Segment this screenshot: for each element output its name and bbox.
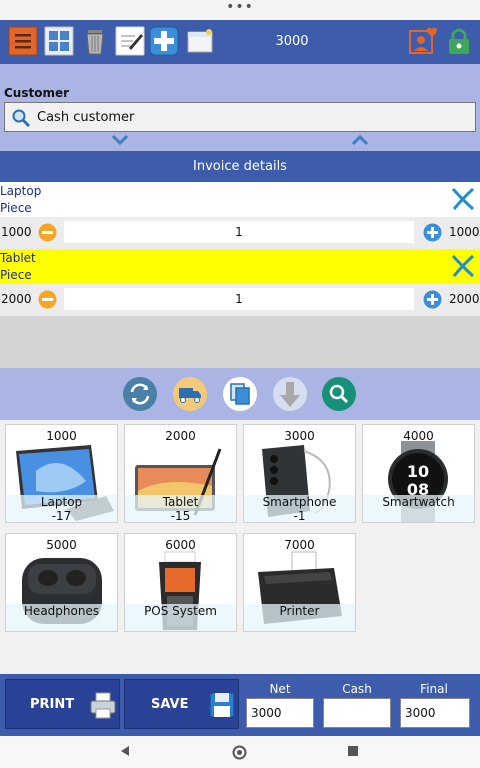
chevron-down-icon[interactable] [111, 134, 129, 146]
product-name: Smartwatch [382, 495, 455, 509]
product-name: Headphones [23, 604, 100, 618]
product-price: 4000 [403, 429, 434, 443]
item-total: 1000 [449, 225, 480, 239]
product-name: POS System [144, 604, 217, 618]
item-unit: Piece [0, 201, 32, 215]
invoice-line-item[interactable]: Laptop Piece 1000 1 1000 [0, 182, 480, 249]
search-icon [12, 109, 31, 128]
customer-section: Customer Cash customer [0, 64, 480, 151]
minus-icon[interactable] [38, 290, 57, 309]
item-unit: Piece [0, 268, 32, 282]
plus-icon[interactable] [423, 290, 442, 309]
net-label: Net [269, 682, 291, 696]
item-quantity-row: 1000 1 1000 [0, 217, 480, 249]
product-price: 7000 [284, 538, 315, 552]
toolbar: 3000 [0, 20, 480, 64]
product-price: 2000 [165, 429, 196, 443]
minus-icon[interactable] [38, 223, 57, 242]
search-icon[interactable] [321, 376, 357, 412]
save-button[interactable]: SAVE [124, 679, 239, 729]
folder-icon[interactable] [185, 26, 215, 56]
product-tile-smartwatch[interactable]: 4000 10 08 Smartwatch [362, 424, 475, 523]
item-quantity-row: 2000 1 2000 [0, 284, 480, 316]
product-price: 3000 [284, 429, 315, 443]
item-price: 2000 [1, 292, 32, 306]
toolbar-total: 3000 [275, 34, 309, 49]
customer-label: Customer [4, 86, 70, 100]
recents-icon[interactable] [347, 745, 359, 757]
bottom-bar: PRINT SAVE Net 3000 Cash Final 3000 [0, 674, 480, 736]
final-field[interactable]: 3000 [400, 698, 470, 728]
product-tile-pos-system[interactable]: 6000 POS System [124, 533, 237, 632]
product-name: Tablet [162, 495, 199, 509]
item-total: 2000 [449, 292, 480, 306]
print-button-label: PRINT [30, 697, 75, 712]
invoice-header: Invoice details [0, 151, 480, 182]
notes-icon[interactable] [115, 26, 145, 56]
product-price: 5000 [46, 538, 77, 552]
product-stock: -15 [170, 509, 191, 523]
product-name: Printer [279, 604, 320, 618]
download-icon[interactable] [272, 376, 308, 412]
product-grid: 1000 Laptop -17 2000 Tablet -15 3000 Sma… [0, 420, 480, 674]
home-icon[interactable] [232, 745, 247, 760]
cash-label: Cash [342, 682, 372, 696]
lock-icon[interactable] [444, 26, 474, 56]
final-label: Final [420, 682, 448, 696]
product-tile-printer[interactable]: 7000 Printer [243, 533, 356, 632]
customer-name: Cash customer [37, 110, 135, 125]
product-tile-laptop[interactable]: 1000 Laptop -17 [5, 424, 118, 523]
system-nav-bar [0, 736, 480, 768]
copy-icon[interactable] [222, 376, 258, 412]
net-field[interactable]: 3000 [246, 698, 314, 728]
product-name: Smartphone [262, 495, 337, 509]
invoice-empty-area [0, 316, 480, 368]
status-bar: ••• [0, 0, 480, 20]
product-tile-headphones[interactable]: 5000 Headphones [5, 533, 118, 632]
plus-icon[interactable] [423, 223, 442, 242]
refresh-icon[interactable] [122, 376, 158, 412]
printer-icon [90, 692, 116, 719]
save-button-label: SAVE [151, 697, 189, 712]
svg-text:10: 10 [407, 462, 429, 481]
add-icon[interactable] [149, 26, 179, 56]
delete-icon[interactable] [450, 187, 476, 211]
menu-icon[interactable] [8, 26, 38, 56]
item-name: Laptop [0, 184, 42, 198]
product-tile-smartphone[interactable]: 3000 Smartphone -1 [243, 424, 356, 523]
floppy-disk-icon [209, 692, 235, 718]
chevron-up-icon[interactable] [351, 134, 369, 146]
product-stock: -1 [293, 509, 306, 523]
product-price: 6000 [165, 538, 196, 552]
back-icon[interactable] [119, 745, 131, 757]
invoice-line-item[interactable]: Tablet Piece 2000 1 2000 [0, 249, 480, 316]
product-stock: -17 [51, 509, 72, 523]
item-quantity: 1 [235, 292, 243, 306]
quantity-field[interactable]: 1 [64, 288, 414, 310]
item-price: 1000 [1, 225, 32, 239]
cash-field[interactable] [323, 698, 391, 728]
print-button[interactable]: PRINT [5, 679, 120, 729]
action-bar [0, 368, 480, 420]
product-price: 1000 [46, 429, 77, 443]
more-dots-icon[interactable]: ••• [226, 0, 254, 18]
customer-search-field[interactable]: Cash customer [4, 102, 476, 132]
truck-icon[interactable] [172, 376, 208, 412]
product-tile-tablet[interactable]: 2000 Tablet -15 [124, 424, 237, 523]
item-name: Tablet [0, 251, 36, 265]
trash-icon[interactable] [80, 26, 110, 56]
item-quantity: 1 [235, 225, 243, 239]
product-name: Laptop [40, 495, 83, 509]
delete-icon[interactable] [450, 254, 476, 278]
quantity-field[interactable]: 1 [64, 221, 414, 243]
user-heart-icon[interactable] [407, 26, 437, 56]
grid-icon[interactable] [44, 26, 74, 56]
